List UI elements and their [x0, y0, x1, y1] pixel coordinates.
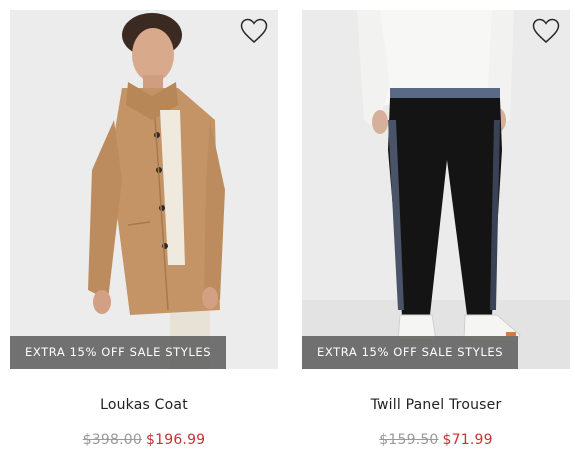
original-price: $159.50 — [379, 432, 439, 448]
product-card[interactable]: EXTRA 15% OFF SALE STYLES Loukas Coat $3… — [10, 10, 278, 450]
product-name[interactable]: Loukas Coat — [10, 397, 278, 413]
wishlist-button[interactable] — [240, 18, 268, 44]
product-name[interactable]: Twill Panel Trouser — [302, 397, 570, 413]
promo-badge: EXTRA 15% OFF SALE STYLES — [10, 336, 227, 369]
price-row: $159.50 $71.99 — [302, 432, 570, 448]
heart-outline-icon — [532, 18, 560, 43]
wishlist-button[interactable] — [532, 18, 560, 44]
promo-badge: EXTRA 15% OFF SALE STYLES — [302, 336, 519, 369]
product-photo — [302, 10, 570, 369]
original-price: $398.00 — [82, 432, 142, 448]
product-image-loukas-coat[interactable]: EXTRA 15% OFF SALE STYLES — [10, 10, 278, 369]
heart-outline-icon — [240, 18, 268, 43]
product-image-twill-panel-trouser[interactable]: EXTRA 15% OFF SALE STYLES — [302, 10, 570, 369]
sale-price: $71.99 — [442, 432, 493, 448]
sale-price: $196.99 — [146, 432, 206, 448]
product-photo — [10, 10, 278, 369]
product-card[interactable]: EXTRA 15% OFF SALE STYLES Twill Panel Tr… — [302, 10, 570, 450]
price-row: $398.00 $196.99 — [10, 432, 278, 448]
